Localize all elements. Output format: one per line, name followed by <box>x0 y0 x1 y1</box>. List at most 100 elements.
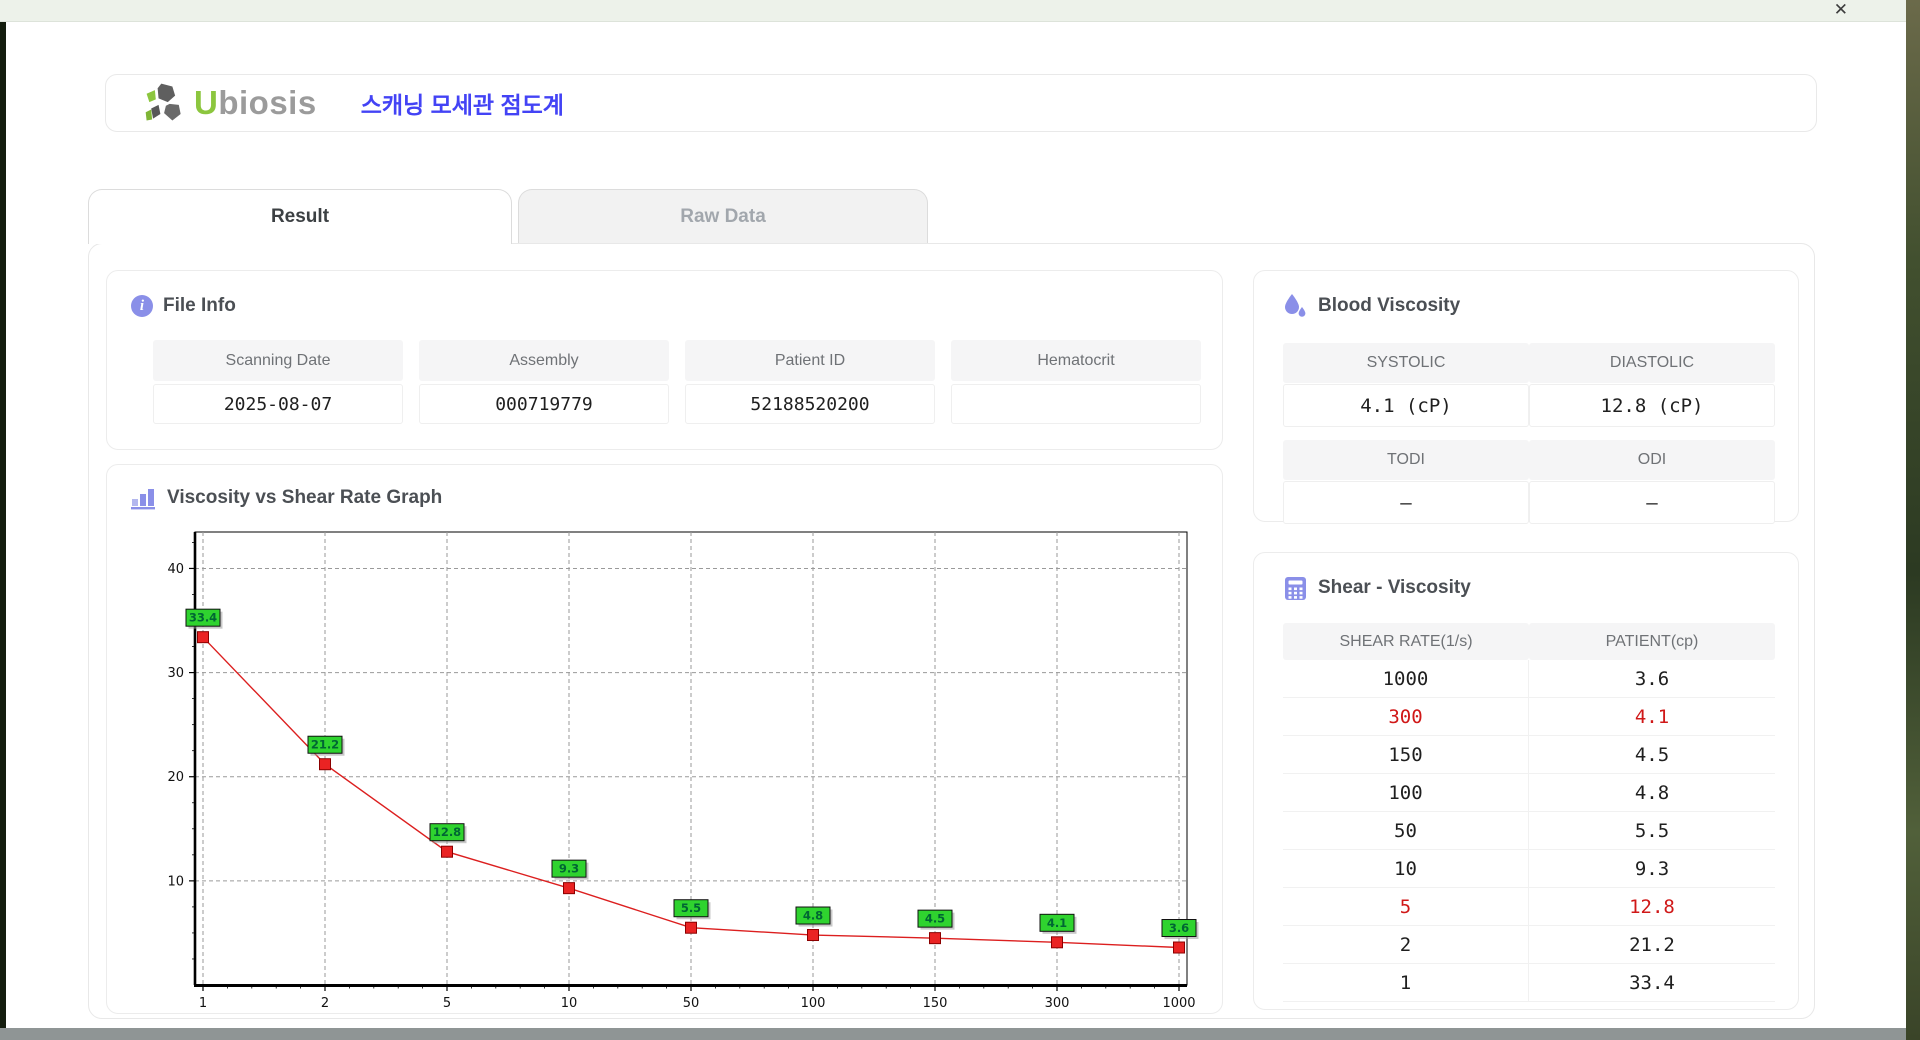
graph-title: Viscosity vs Shear Rate Graph <box>167 487 443 508</box>
droplets-icon <box>1282 293 1308 319</box>
patient-viscosity-cell: 21.2 <box>1629 933 1675 956</box>
blood-viscosity-card: Blood Viscosity SYSTOLIC DIASTOLIC 4.1 (… <box>1253 270 1799 524</box>
patient-viscosity-cell: 12.8 <box>1629 895 1675 918</box>
table-row: 300 4.1 <box>1283 698 1775 736</box>
blood-viscosity-title: Blood Viscosity <box>1318 295 1461 316</box>
file-info-card: i File Info Scanning Date 2025-08-07 Ass… <box>106 270 1223 450</box>
close-button[interactable]: ✕ <box>1834 0 1848 21</box>
patient-viscosity-cell: 3.6 <box>1634 667 1670 690</box>
patient-viscosity-cell: 5.5 <box>1634 819 1670 842</box>
file-info-title-row: i File Info <box>131 295 236 317</box>
svg-text:4.5: 4.5 <box>925 912 945 926</box>
bar-chart-icon <box>131 485 157 511</box>
todi-label: TODI <box>1283 440 1529 480</box>
shear-title-row: Shear - Viscosity <box>1282 575 1471 601</box>
svg-text:30: 30 <box>167 666 184 681</box>
diastolic-value: 12.8 (cP) <box>1529 384 1775 427</box>
app-title: 스캐닝 모세관 점도계 <box>360 92 564 118</box>
shear-table-header: SHEAR RATE(1/s) PATIENT(cp) <box>1283 623 1775 660</box>
bv-header-row-1: SYSTOLIC DIASTOLIC <box>1283 343 1775 383</box>
field-label: Hematocrit <box>951 340 1201 381</box>
svg-text:150: 150 <box>923 996 948 1011</box>
svg-text:1000: 1000 <box>1162 996 1195 1011</box>
table-row: 2 21.2 <box>1283 926 1775 964</box>
table-row: 5 12.8 <box>1283 888 1775 926</box>
calculator-icon <box>1282 575 1308 601</box>
patient-viscosity-cell: 33.4 <box>1629 971 1675 994</box>
table-row: 50 5.5 <box>1283 812 1775 850</box>
shear-rate-cell: 300 <box>1283 698 1529 735</box>
logo-text: Ubiosis <box>194 84 317 122</box>
odi-label: ODI <box>1529 440 1775 480</box>
patient-viscosity-cell: 9.3 <box>1634 857 1670 880</box>
shear-rate-column-header: SHEAR RATE(1/s) <box>1283 623 1529 660</box>
shear-rate-cell: 50 <box>1283 812 1529 849</box>
file-info-col-patient-id: Patient ID 52188520200 <box>685 340 935 424</box>
svg-text:4.8: 4.8 <box>803 909 823 923</box>
file-info-col-scanning-date: Scanning Date 2025-08-07 <box>153 340 403 424</box>
svg-text:33.4: 33.4 <box>189 611 217 625</box>
shear-rate-cell: 1 <box>1283 964 1529 1001</box>
systolic-value: 4.1 (cP) <box>1283 384 1529 427</box>
svg-text:21.2: 21.2 <box>311 738 339 752</box>
svg-text:4.1: 4.1 <box>1047 916 1067 930</box>
ubiosis-logo-icon <box>145 83 181 121</box>
header-card: Ubiosis 스캐닝 모세관 점도계 <box>105 74 1817 132</box>
svg-text:300: 300 <box>1045 996 1070 1011</box>
shear-viscosity-title: Shear - Viscosity <box>1318 577 1471 598</box>
file-info-grid: Scanning Date 2025-08-07 Assembly 000719… <box>153 340 1201 424</box>
shear-rate-cell: 100 <box>1283 774 1529 811</box>
field-label: Patient ID <box>685 340 935 381</box>
field-value <box>951 384 1201 424</box>
svg-text:5: 5 <box>443 996 451 1011</box>
shear-rate-cell: 150 <box>1283 736 1529 773</box>
app-window: Ubiosis 스캐닝 모세관 점도계 Result Raw Data i Fi… <box>6 22 1906 1028</box>
tab-result[interactable]: Result <box>88 189 512 244</box>
svg-text:9.3: 9.3 <box>559 862 579 876</box>
file-info-title: File Info <box>163 295 236 316</box>
diastolic-label: DIASTOLIC <box>1529 343 1775 383</box>
window-titlebar: ✕ <box>0 0 1906 22</box>
bv-value-row-1: 4.1 (cP) 12.8 (cP) <box>1283 384 1775 427</box>
svg-text:100: 100 <box>801 996 826 1011</box>
svg-text:12.8: 12.8 <box>433 825 461 839</box>
svg-text:20: 20 <box>167 770 184 785</box>
patient-viscosity-cell: 4.1 <box>1634 705 1670 728</box>
shear-rate-cell: 2 <box>1283 926 1529 963</box>
field-value: 52188520200 <box>685 384 935 424</box>
shear-viscosity-card: Shear - Viscosity SHEAR RATE(1/s) PATIEN… <box>1253 552 1799 1010</box>
taskbar-strip <box>0 1028 1906 1040</box>
tab-bar: Result Raw Data <box>88 189 928 244</box>
patient-column-header: PATIENT(cp) <box>1529 623 1775 660</box>
shear-rate-cell: 5 <box>1283 888 1529 925</box>
svg-text:1: 1 <box>199 996 207 1011</box>
svg-text:5.5: 5.5 <box>681 901 701 915</box>
field-value: 000719779 <box>419 384 669 424</box>
graph-title-row: Viscosity vs Shear Rate Graph <box>131 485 442 511</box>
todi-value: – <box>1283 481 1529 524</box>
svg-text:2: 2 <box>321 996 329 1011</box>
logo-letter-u: U <box>194 84 219 121</box>
svg-text:40: 40 <box>167 562 184 577</box>
svg-text:50: 50 <box>683 996 700 1011</box>
svg-text:10: 10 <box>561 996 578 1011</box>
ubiosis-logo: Ubiosis <box>142 81 317 125</box>
table-row: 100 4.8 <box>1283 774 1775 812</box>
shear-rate-cell: 10 <box>1283 850 1529 887</box>
viscosity-chart: 10 20 30 40 1 2 5 10 50 100 150 300 1000 33.4 21.2 12.8… <box>167 531 1199 1011</box>
svg-text:10: 10 <box>167 874 184 889</box>
patient-viscosity-cell: 4.5 <box>1634 743 1670 766</box>
blood-viscosity-title-row: Blood Viscosity <box>1282 293 1460 319</box>
table-row: 1 33.4 <box>1283 964 1775 1002</box>
systolic-label: SYSTOLIC <box>1283 343 1529 383</box>
info-icon: i <box>131 295 153 317</box>
tab-raw-data[interactable]: Raw Data <box>518 189 928 243</box>
field-value: 2025-08-07 <box>153 384 403 424</box>
bv-header-row-2: TODI ODI <box>1283 440 1775 480</box>
table-row: 150 4.5 <box>1283 736 1775 774</box>
table-row: 10 9.3 <box>1283 850 1775 888</box>
odi-value: – <box>1529 481 1775 524</box>
bv-value-row-2: – – <box>1283 481 1775 524</box>
patient-viscosity-cell: 4.8 <box>1634 781 1670 804</box>
file-info-col-hematocrit: Hematocrit <box>951 340 1201 424</box>
